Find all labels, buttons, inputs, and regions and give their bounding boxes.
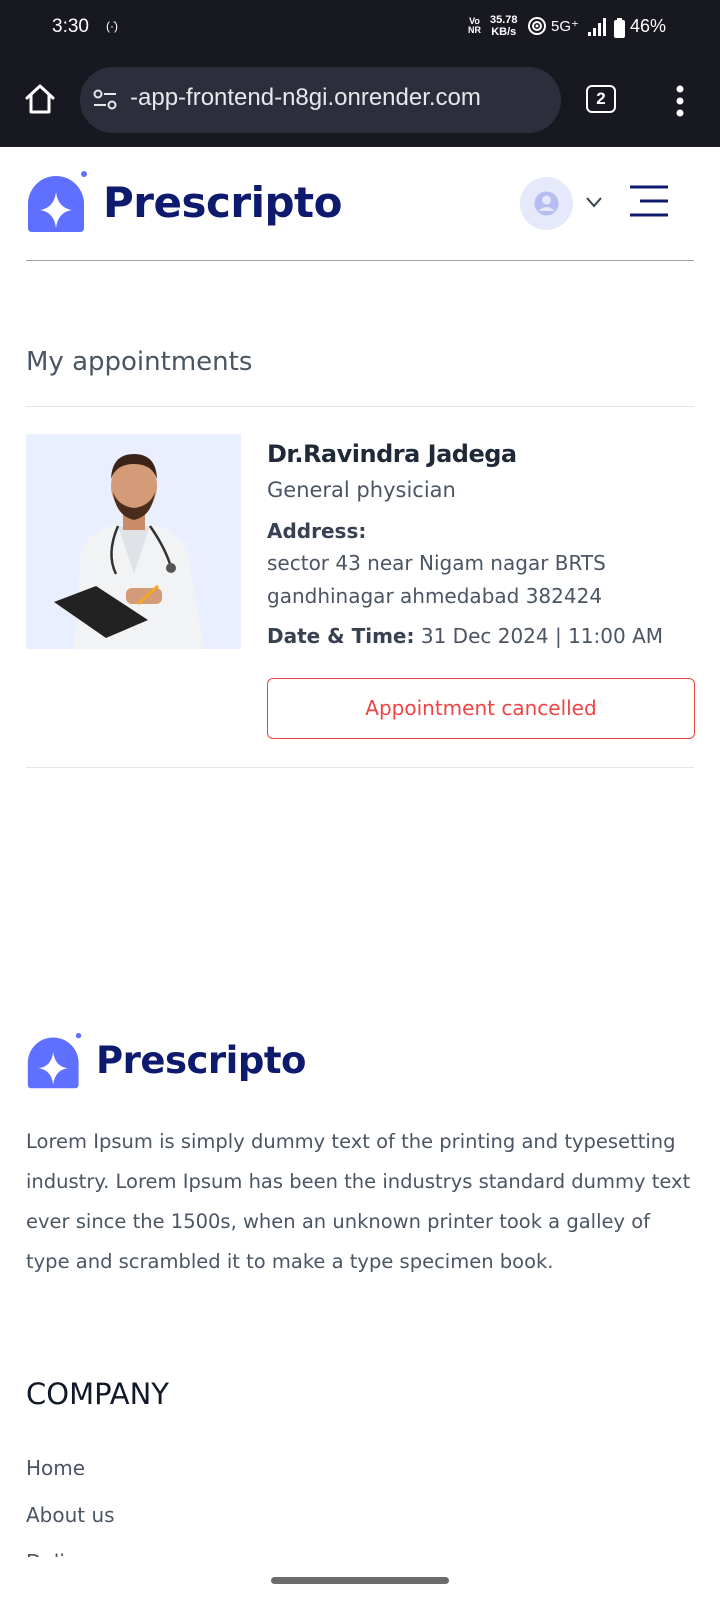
page-title: My appointments <box>26 347 253 377</box>
gesture-handle[interactable] <box>271 1577 449 1584</box>
wifi-icon <box>528 17 546 35</box>
chevron-down-icon[interactable] <box>584 194 604 210</box>
home-icon[interactable] <box>22 81 58 117</box>
datetime-label: Date & Time: <box>267 624 415 648</box>
address-label: Address: <box>267 519 367 543</box>
logo-text[interactable]: Prescripto <box>103 178 342 227</box>
doctor-photo <box>26 434 241 649</box>
network-type: 5G⁺ <box>551 18 579 35</box>
appointment-cancelled-status: Appointment cancelled <box>267 678 695 739</box>
address-line-1: sector 43 near Nigam nagar BRTS <box>267 551 606 575</box>
volte-indicator: Vo NR <box>468 16 481 35</box>
address-line-2: gandhinagar ahmedabad 382424 <box>267 584 603 608</box>
doctor-name: Dr.Ravindra Jadega <box>267 440 517 468</box>
battery-percent: 46% <box>630 16 667 36</box>
prescripto-logo-icon[interactable] <box>26 170 90 234</box>
url-text[interactable]: -app-frontend-n8gi.onrender.com <box>130 84 481 112</box>
footer-link-about[interactable]: About us <box>26 1503 115 1527</box>
overflow-menu-icon[interactable] <box>670 83 690 119</box>
header-divider <box>26 260 694 261</box>
footer-description: Lorem Ipsum is simply dummy text of the … <box>26 1130 691 1273</box>
doctor-speciality: General physician <box>267 478 456 502</box>
browser-toolbar: -app-frontend-n8gi.onrender.com 2 <box>0 55 720 147</box>
network-speed: 35.78 KB/s <box>490 14 518 38</box>
appointment-divider <box>26 767 694 768</box>
hamburger-menu-icon[interactable] <box>628 184 670 220</box>
footer-link-home[interactable]: Home <box>26 1456 85 1480</box>
company-heading: COMPANY <box>26 1377 169 1411</box>
hotspot-icon: (·̇) <box>106 19 118 33</box>
prescripto-logo-icon <box>27 1032 82 1089</box>
datetime-value: 31 Dec 2024 | 11:00 AM <box>414 624 664 648</box>
footer-logo-text: Prescripto <box>96 1039 306 1082</box>
status-time: 3:30 <box>52 16 89 37</box>
user-avatar-icon[interactable] <box>520 177 573 230</box>
address-bar[interactable]: -app-frontend-n8gi.onrender.com <box>80 67 561 133</box>
tab-switcher-icon[interactable]: 2 <box>586 85 616 113</box>
title-divider <box>26 406 694 407</box>
site-settings-icon[interactable] <box>92 88 118 112</box>
status-bar: 3:30 (·̇) Vo NR 35.78 KB/s 5G⁺ 46% <box>0 0 720 55</box>
signal-icon <box>588 18 606 36</box>
battery-icon <box>614 18 625 38</box>
datetime-row: Date & Time: 31 Dec 2024 | 11:00 AM <box>267 624 663 648</box>
